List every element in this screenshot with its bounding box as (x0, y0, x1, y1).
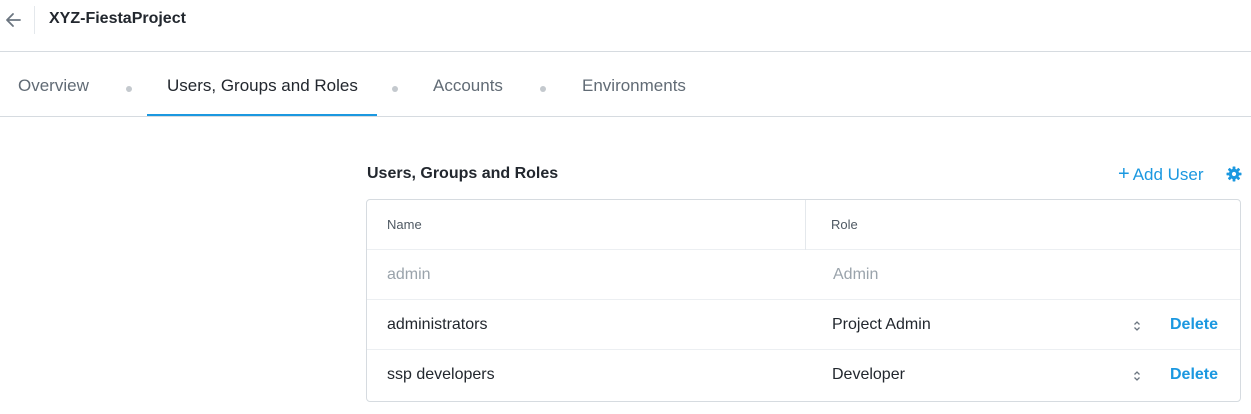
row-name: ssp developers (387, 366, 495, 383)
column-header-name: Name (387, 217, 422, 232)
gear-icon (1226, 166, 1242, 182)
arrow-left-icon (6, 13, 21, 27)
add-user-label: Add User (1132, 165, 1204, 184)
tab-overview[interactable]: Overview (18, 53, 89, 117)
column-divider (805, 200, 806, 250)
table-row: ssp developers Developer Delete (367, 350, 1240, 400)
top-bar: XYZ-FiestaProject (0, 0, 1251, 52)
add-user-button[interactable]: + Add User (1118, 163, 1204, 186)
select-arrows-icon (1134, 321, 1140, 331)
table-row: administrators Project Admin Delete (367, 300, 1240, 350)
users-roles-table: Name Role admin Admin administrators Pro… (366, 199, 1241, 402)
active-tab-indicator (147, 114, 377, 116)
project-title: XYZ-FiestaProject (49, 10, 186, 27)
row-name: admin (387, 266, 431, 283)
select-arrows-icon (1134, 371, 1140, 381)
role-select[interactable]: Developer (832, 350, 1152, 400)
role-select[interactable]: Project Admin (832, 300, 1152, 350)
tab-separator-dot (392, 86, 398, 92)
tab-accounts[interactable]: Accounts (433, 53, 503, 117)
row-name: administrators (387, 316, 488, 333)
tab-users-groups-roles[interactable]: Users, Groups and Roles (167, 53, 358, 117)
column-header-role: Role (831, 217, 858, 232)
role-select-value: Developer (832, 366, 905, 383)
tab-environments[interactable]: Environments (582, 53, 686, 117)
delete-button[interactable]: Delete (1170, 316, 1218, 334)
row-role: Admin (833, 266, 879, 283)
tab-separator-dot (540, 86, 546, 92)
section-title: Users, Groups and Roles (367, 165, 559, 182)
plus-icon: + (1118, 163, 1130, 185)
tab-bar: Overview Users, Groups and Roles Account… (0, 53, 1251, 117)
settings-button[interactable] (1226, 166, 1242, 182)
role-select-value: Project Admin (832, 316, 931, 333)
tab-separator-dot (126, 86, 132, 92)
header-divider (34, 6, 35, 34)
delete-button[interactable]: Delete (1170, 366, 1218, 384)
table-header-row: Name Role (367, 200, 1240, 250)
back-button[interactable] (4, 8, 26, 32)
table-row: admin Admin (367, 250, 1240, 300)
